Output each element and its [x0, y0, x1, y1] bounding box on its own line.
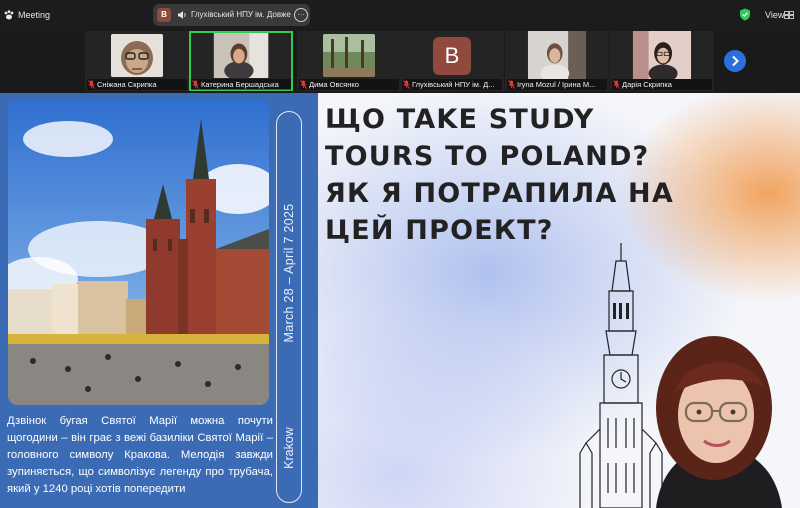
- mic-muted-icon: [613, 80, 620, 89]
- screen-share-indicator[interactable]: B Глухівський НПУ ім. Довже ···: [153, 4, 310, 26]
- sharer-name: Глухівський НПУ ім. Довже: [191, 10, 291, 19]
- view-grid-icon[interactable]: [784, 11, 794, 19]
- mic-muted-icon: [88, 80, 95, 89]
- chevron-right-icon[interactable]: [724, 50, 746, 72]
- slide-description: Дзвінок бугая Святої Марії можна почути …: [7, 415, 273, 495]
- participant-name: Глухівський НПУ ім. Д...: [402, 79, 502, 90]
- tour-city: Krakow: [282, 427, 296, 469]
- participant-video: [632, 31, 692, 79]
- krakow-basilica-photo: [8, 99, 269, 405]
- slide-left-panel: March 28 – April 7 2025 Krakow Дзвінок б…: [0, 93, 318, 508]
- slide-headline: ЩО TAKE STUDY TOURS TO POLAND? ЯК Я ПОТР…: [325, 101, 795, 249]
- participant-strip: Сніжана Скрипка Катерина Бершадська Дима…: [85, 31, 715, 91]
- participant-name: Сніжана Скрипка: [87, 79, 187, 90]
- participant-video: [111, 34, 163, 77]
- slide-right-panel: ЩО TAKE STUDY TOURS TO POLAND? ЯК Я ПОТР…: [318, 93, 800, 508]
- headline-line: TOURS TO POLAND?: [325, 141, 650, 172]
- participant-name: Катерина Бершадська: [191, 79, 291, 90]
- participant-name: Дарія Скрипка: [612, 79, 712, 90]
- view-button[interactable]: View: [765, 10, 784, 20]
- participant-avatar: B: [433, 37, 471, 75]
- mic-muted-icon: [192, 80, 199, 89]
- mic-muted-icon: [403, 80, 410, 89]
- sharer-avatar: B: [157, 8, 171, 22]
- headline-line: ЦЕЙ ПРОЕКТ?: [325, 215, 554, 246]
- participant-tile-active-speaker[interactable]: Катерина Бершадська: [189, 31, 293, 91]
- shared-screen: March 28 – April 7 2025 Krakow Дзвінок б…: [0, 93, 800, 508]
- presenter-video-cutout: [656, 336, 782, 508]
- headline-line: ЩО TAKE STUDY: [325, 104, 595, 135]
- meeting-title: Meeting: [18, 10, 51, 20]
- meeting-window: Meeting B Глухівський НПУ ім. Довже ··· …: [0, 0, 800, 508]
- headline-line: ЯК Я ПОТРАПИЛА НА: [325, 178, 674, 209]
- participant-video: [213, 33, 269, 78]
- participant-video: [323, 34, 375, 77]
- top-bar: Meeting B Глухівський НПУ ім. Довже ··· …: [0, 0, 800, 30]
- participant-tile[interactable]: B Глухівський НПУ ім. Д...: [400, 31, 504, 91]
- participant-tile[interactable]: Дарія Скрипка: [610, 31, 714, 91]
- participant-name: Iryna Mozul / Ірина М...: [507, 79, 607, 90]
- participant-tile[interactable]: Iryna Mozul / Ірина М...: [505, 31, 609, 91]
- security-shield-icon[interactable]: [739, 8, 751, 21]
- participant-tile[interactable]: Сніжана Скрипка: [85, 31, 189, 91]
- more-icon[interactable]: ···: [294, 8, 308, 22]
- mic-muted-icon: [300, 80, 307, 89]
- participant-name: Дима Овсянко: [299, 79, 399, 90]
- mic-muted-icon: [508, 80, 515, 89]
- zoom-paw-icon: [4, 10, 14, 20]
- participant-tile[interactable]: Дима Овсянко: [297, 31, 401, 91]
- speaker-icon: [178, 11, 186, 19]
- participant-video: [527, 31, 587, 79]
- tour-dates: March 28 – April 7 2025: [282, 203, 296, 343]
